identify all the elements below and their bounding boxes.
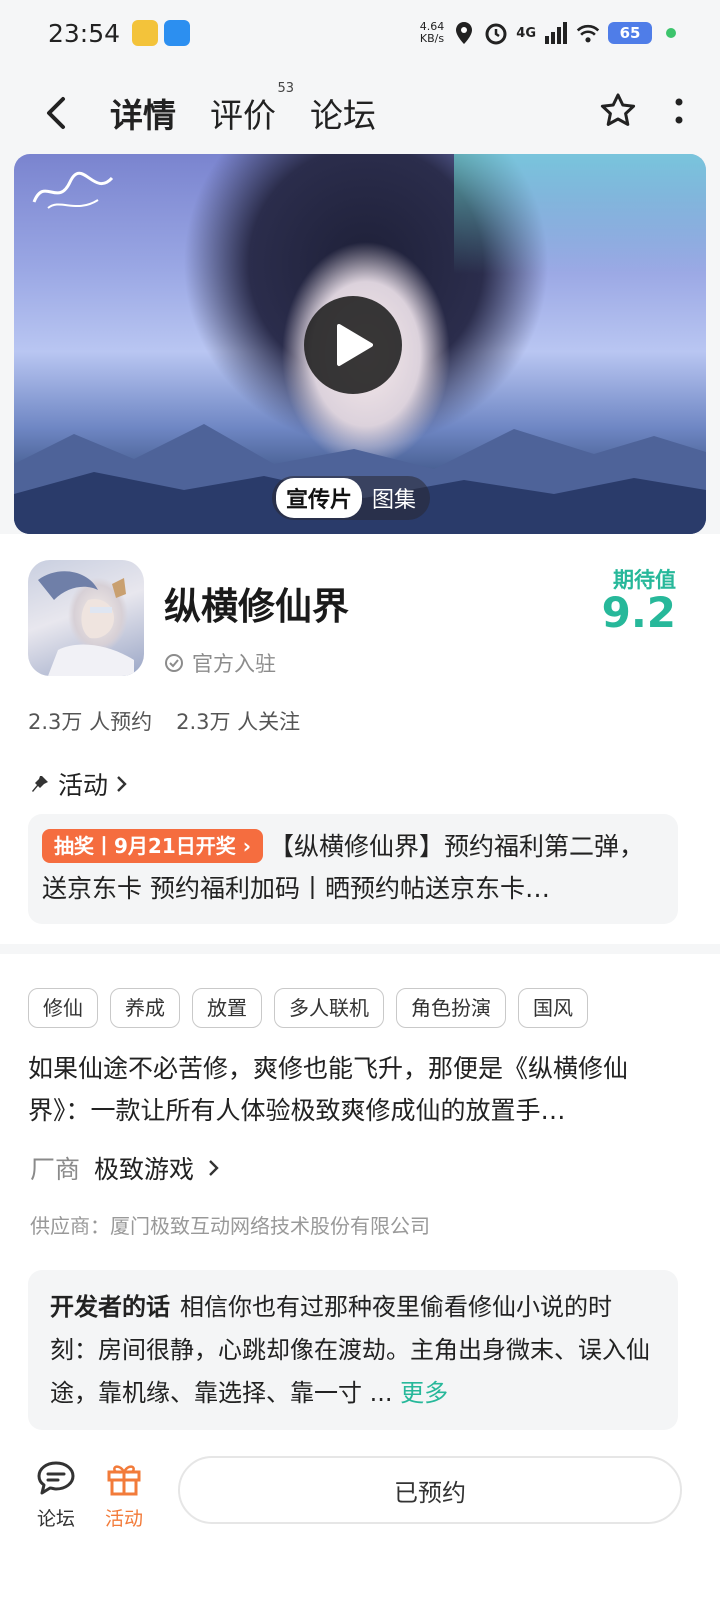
expectation-score: 9.2	[601, 588, 676, 637]
media-tabs: 宣传片 图集	[272, 476, 431, 520]
media-tab-trailer[interactable]: 宣传片	[276, 478, 363, 518]
signal-icon	[544, 21, 568, 45]
reservation-count: 2.3万 人预约	[28, 710, 153, 734]
status-notification-icons	[132, 20, 191, 46]
reserved-button[interactable]: 已预约	[178, 1456, 682, 1524]
chevron-right-icon	[117, 776, 127, 792]
tab-reviews-label: 评价	[210, 96, 276, 135]
developer-note-card[interactable]: 开发者的话 相信你也有过那种夜里偷看修仙小说的时刻：房间很静，心跳却像在渡劫。主角…	[28, 1270, 678, 1430]
tab-reviews[interactable]: 评价 53	[210, 81, 294, 137]
game-app-icon	[28, 560, 144, 676]
tag-chip[interactable]: 养成	[110, 988, 180, 1028]
vendor-row[interactable]: 厂商 极致游戏	[30, 1150, 220, 1186]
game-stats: 2.3万 人预约 2.3万 人关注	[28, 706, 300, 736]
favorite-star-icon[interactable]	[598, 91, 638, 135]
play-button[interactable]	[304, 296, 402, 394]
forum-chat-icon	[26, 1458, 86, 1498]
nav-actions	[598, 91, 684, 135]
bottom-forum-label: 论坛	[36, 1508, 75, 1530]
network-type: 4G	[516, 25, 536, 41]
location-icon	[452, 21, 476, 45]
tag-chip[interactable]: 多人联机	[274, 988, 384, 1028]
follower-count: 2.3万 人关注	[176, 710, 301, 734]
tag-chip[interactable]: 角色扮演	[396, 988, 506, 1028]
activity-header-label: 活动	[58, 771, 109, 800]
activity-header[interactable]: 活动	[30, 766, 128, 802]
supplier-text: 供应商：厦门极致互动网络技术股份有限公司	[30, 1214, 430, 1238]
notification-app-icon	[132, 20, 159, 46]
net-speed-unit: KB/s	[419, 32, 445, 45]
media-tab-gallery[interactable]: 图集	[362, 478, 426, 518]
review-count-badge: 53	[277, 81, 294, 96]
bottom-bar: 论坛 活动 已预约	[0, 1444, 720, 1600]
more-options-icon[interactable]	[674, 97, 684, 129]
battery-icon: 65	[608, 22, 652, 44]
lottery-badge: 抽奖丨9月21日开奖 ›	[42, 829, 263, 863]
charging-dot	[666, 28, 676, 38]
wifi-icon	[576, 21, 600, 45]
hero-video[interactable]: 宣传片 图集	[14, 154, 706, 534]
top-nav: 详情 评价 53 论坛	[0, 78, 720, 148]
gift-icon	[94, 1458, 154, 1498]
developer-note-label: 开发者的话	[50, 1293, 170, 1321]
chevron-right-icon	[209, 1160, 219, 1176]
bottom-activity[interactable]: 活动	[94, 1458, 154, 1531]
tab-forum[interactable]: 论坛	[310, 89, 376, 137]
back-icon[interactable]	[36, 93, 76, 133]
tab-details[interactable]: 详情	[108, 89, 178, 137]
net-speed: 4.64 KB/s	[420, 21, 445, 45]
official-badge: 官方入驻	[164, 648, 276, 678]
notification-app-icon	[164, 20, 191, 46]
status-bar: 23:54 4.64 KB/s 4G 65	[0, 0, 720, 66]
activity-card[interactable]: 抽奖丨9月21日开奖 › 【纵横修仙界】预约福利第二弹，送京东卡 预约福利加码丨晒…	[28, 814, 678, 924]
developer-note-more[interactable]: 更多	[400, 1379, 448, 1407]
tag-chip[interactable]: 修仙	[28, 988, 98, 1028]
game-title: 纵横修仙界	[164, 585, 349, 628]
lottery-badge-label: 抽奖丨9月21日开奖	[54, 834, 236, 858]
game-description[interactable]: 如果仙途不必苦修，爽修也能飞升，那便是《纵横修仙界》：一款让所有人体验极致爽修成…	[28, 1048, 668, 1132]
pin-icon	[32, 776, 48, 792]
status-right: 4.64 KB/s 4G 65	[420, 21, 676, 45]
bottom-activity-label: 活动	[104, 1508, 143, 1530]
official-label: 官方入驻	[192, 652, 276, 676]
vendor-name: 极致游戏	[94, 1155, 195, 1184]
tag-chip[interactable]: 放置	[192, 988, 262, 1028]
verified-check-icon	[165, 654, 183, 672]
tag-chip[interactable]: 国风	[518, 988, 588, 1028]
tag-list: 修仙 养成 放置 多人联机 角色扮演 国风	[28, 988, 588, 1028]
bottom-forum[interactable]: 论坛	[26, 1458, 86, 1531]
vendor-label: 厂商	[30, 1155, 81, 1184]
game-details: 修仙 养成 放置 多人联机 角色扮演 国风 如果仙途不必苦修，爽修也能飞升，那便…	[0, 954, 720, 1444]
game-info: 纵横修仙界 官方入驻 期待值 9.2 2.3万 人预约 2.3万 人关注 活动 …	[0, 534, 720, 944]
game-logo-watermark	[28, 168, 118, 223]
alarm-icon	[484, 21, 508, 45]
hero-aurora	[454, 154, 706, 274]
status-time: 23:54	[48, 18, 121, 48]
